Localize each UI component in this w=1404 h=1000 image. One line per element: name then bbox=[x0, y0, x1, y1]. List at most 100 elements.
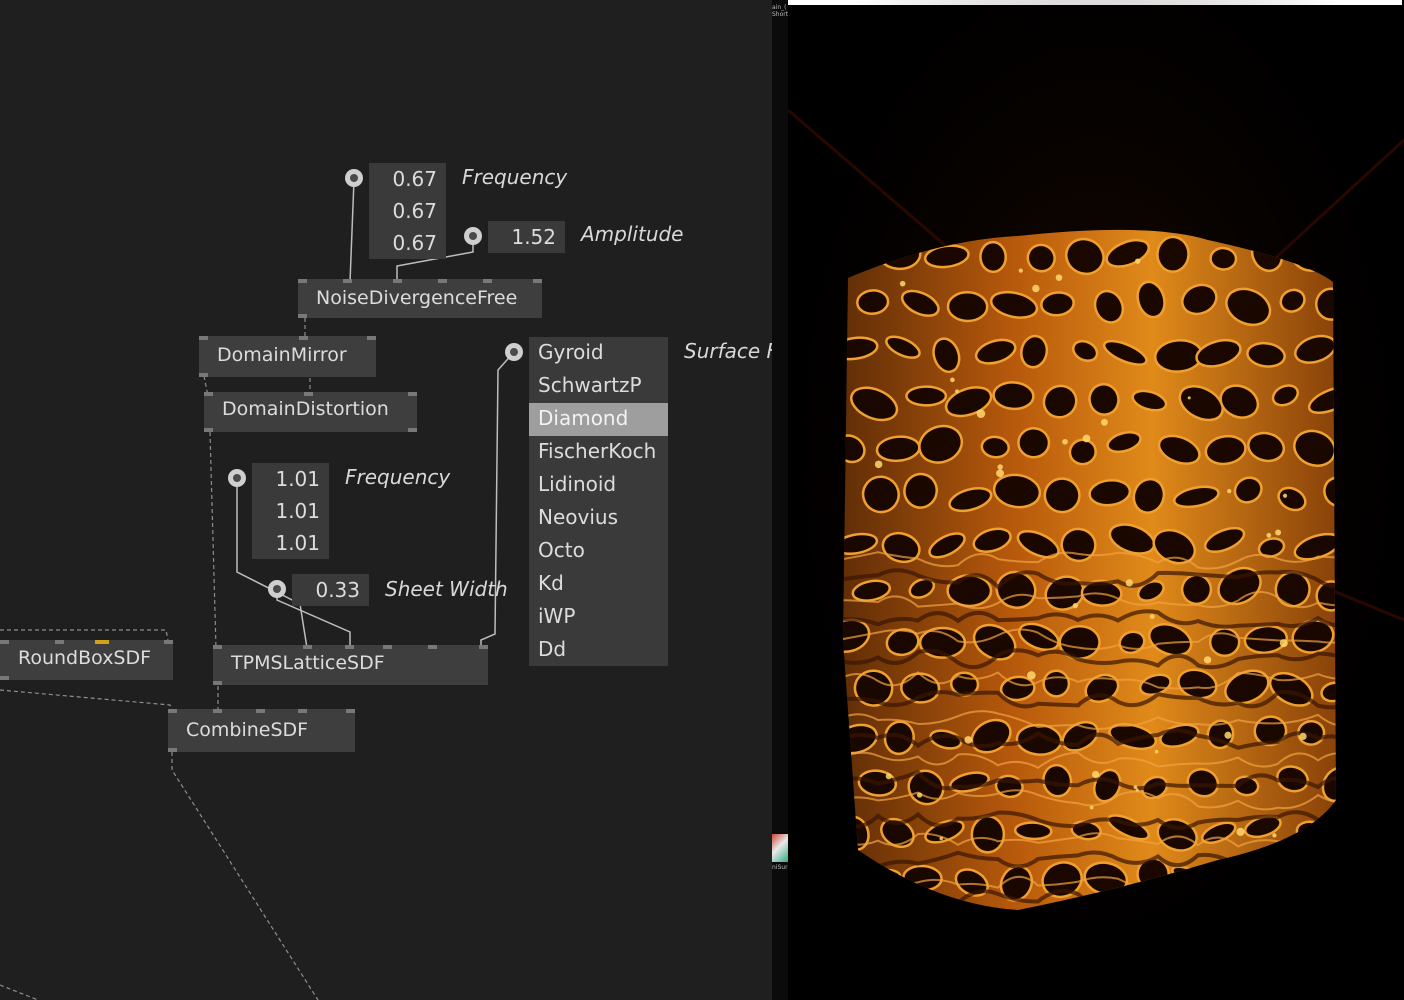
value-y: 1.01 bbox=[275, 499, 320, 523]
specular-highlight bbox=[1299, 732, 1307, 741]
lattice-hole bbox=[970, 815, 1006, 854]
specular-highlight bbox=[1236, 827, 1245, 836]
specular-highlight bbox=[1187, 396, 1191, 400]
value-z: 0.67 bbox=[392, 231, 437, 255]
surface-option-schwartzp[interactable]: SchwartzP bbox=[529, 370, 668, 403]
node-label: RoundBoxSDF bbox=[18, 647, 152, 669]
specular-highlight bbox=[1135, 788, 1139, 792]
specular-highlight bbox=[1154, 749, 1159, 754]
value-x: 1.01 bbox=[275, 467, 320, 491]
surface-label: Surface F bbox=[684, 339, 772, 363]
surface-option-octo[interactable]: Octo bbox=[529, 535, 668, 568]
noise-frequency-pin[interactable] bbox=[345, 169, 363, 187]
lattice-hole bbox=[946, 574, 993, 608]
lattice-frequency-iobox[interactable]: 1.01 1.01 1.01 bbox=[252, 463, 329, 559]
divider-label-bottom: niSur bbox=[772, 864, 788, 871]
node-label: DomainMirror bbox=[217, 344, 347, 366]
specular-highlight bbox=[1134, 258, 1141, 264]
noise-frequency-label: Frequency bbox=[462, 165, 568, 189]
lattice-hole bbox=[946, 291, 989, 323]
value-z: 1.01 bbox=[275, 531, 320, 555]
specular-highlight bbox=[885, 773, 892, 780]
render-svg bbox=[788, 0, 1404, 1000]
node-label: TPMSLatticeSDF bbox=[231, 652, 385, 674]
specular-highlight bbox=[950, 377, 955, 383]
lattice-object bbox=[843, 229, 1336, 910]
sheet-width-value: 0.33 bbox=[315, 578, 360, 602]
specular-highlight bbox=[1133, 785, 1138, 790]
lattice-hole bbox=[1208, 627, 1241, 658]
tpms-lattice-sdf-node[interactable]: TPMSLatticeSDF bbox=[213, 645, 488, 685]
specular-highlight bbox=[1018, 268, 1023, 273]
sheet-width-pin[interactable] bbox=[268, 580, 286, 598]
specular-highlight bbox=[1282, 493, 1288, 498]
specular-highlight bbox=[939, 836, 944, 841]
surface-option-fischerkoch[interactable]: FischerKoch bbox=[529, 436, 668, 469]
lattice-hole bbox=[856, 289, 890, 315]
specular-highlight bbox=[1082, 434, 1091, 443]
surface-pin[interactable] bbox=[505, 343, 523, 361]
specular-highlight bbox=[1100, 418, 1108, 426]
surface-option-gyroid[interactable]: Gyroid bbox=[529, 337, 668, 370]
specular-highlight bbox=[1027, 671, 1036, 680]
noise-amplitude-pin[interactable] bbox=[464, 227, 482, 245]
node-label: DomainDistortion bbox=[222, 398, 389, 420]
specular-highlight bbox=[964, 736, 973, 744]
specular-highlight bbox=[1275, 529, 1282, 536]
sheet-width-label: Sheet Width bbox=[385, 577, 508, 601]
lattice-hole bbox=[905, 385, 948, 407]
specular-highlight bbox=[1089, 805, 1094, 810]
sheet-width-iobox[interactable]: 0.33 bbox=[292, 574, 369, 606]
lattice-hole bbox=[1209, 246, 1238, 271]
specular-highlight bbox=[976, 409, 986, 418]
surface-option-kd[interactable]: Kd bbox=[529, 568, 668, 601]
combine-sdf-node[interactable]: CombineSDF bbox=[168, 709, 355, 752]
specular-highlight bbox=[1203, 656, 1212, 664]
surface-enum-list[interactable]: Gyroid SchwartzP Diamond FischerKoch Lidinoi… bbox=[529, 337, 668, 666]
specular-highlight bbox=[1032, 284, 1040, 293]
specular-highlight bbox=[1125, 579, 1133, 587]
patch-editor[interactable]: NoiseDivergenceFree DomainMirror DomainD… bbox=[0, 0, 772, 1000]
lattice-frequency-pin[interactable] bbox=[228, 469, 246, 487]
value-x: 0.67 bbox=[392, 167, 437, 191]
noise-amplitude-iobox[interactable]: 1.52 bbox=[488, 221, 565, 253]
noise-frequency-iobox[interactable]: 0.67 0.67 0.67 bbox=[369, 163, 446, 259]
node-label: CombineSDF bbox=[186, 719, 309, 741]
domain-mirror-node[interactable]: DomainMirror bbox=[199, 336, 376, 377]
domain-distortion-node[interactable]: DomainDistortion bbox=[204, 392, 417, 432]
specular-highlight bbox=[1149, 614, 1155, 619]
specular-highlight bbox=[1062, 438, 1068, 445]
lattice-hole bbox=[979, 240, 1007, 274]
lattice-hole bbox=[1156, 235, 1190, 273]
lattice-hole bbox=[1017, 427, 1051, 459]
specular-highlight bbox=[916, 792, 923, 798]
specular-highlight bbox=[1266, 532, 1272, 538]
specular-highlight bbox=[1055, 274, 1063, 281]
divider-label-top: ain_( Short bbox=[772, 4, 788, 18]
specular-highlight bbox=[1227, 489, 1232, 494]
specular-highlight bbox=[1272, 833, 1277, 838]
surface-option-iwp[interactable]: iWP bbox=[529, 601, 668, 634]
lattice-hole bbox=[1043, 477, 1081, 514]
specular-highlight bbox=[899, 280, 906, 287]
render-viewport[interactable] bbox=[788, 0, 1404, 1000]
amplitude-value: 1.52 bbox=[511, 225, 556, 249]
specular-highlight bbox=[1072, 602, 1079, 609]
divider-thumbnail[interactable] bbox=[772, 834, 788, 862]
noise-divergence-free-node[interactable]: NoiseDivergenceFree bbox=[298, 279, 542, 318]
specular-highlight bbox=[1224, 731, 1232, 739]
surface-option-neovius[interactable]: Neovius bbox=[529, 502, 668, 535]
surface-option-lidinoid[interactable]: Lidinoid bbox=[529, 469, 668, 502]
noise-amplitude-label: Amplitude bbox=[581, 222, 684, 246]
surface-option-diamond[interactable]: Diamond bbox=[529, 403, 668, 436]
value-y: 0.67 bbox=[392, 199, 437, 223]
specular-highlight bbox=[996, 469, 1005, 478]
specular-highlight bbox=[997, 464, 1003, 470]
roundbox-sdf-node[interactable]: RoundBoxSDF bbox=[0, 640, 173, 680]
specular-highlight bbox=[1279, 639, 1288, 648]
specular-highlight bbox=[955, 389, 959, 394]
node-label: NoiseDivergenceFree bbox=[316, 287, 518, 309]
surface-option-dd[interactable]: Dd bbox=[529, 634, 668, 667]
specular-highlight bbox=[874, 460, 883, 469]
specular-highlight bbox=[1092, 770, 1100, 779]
